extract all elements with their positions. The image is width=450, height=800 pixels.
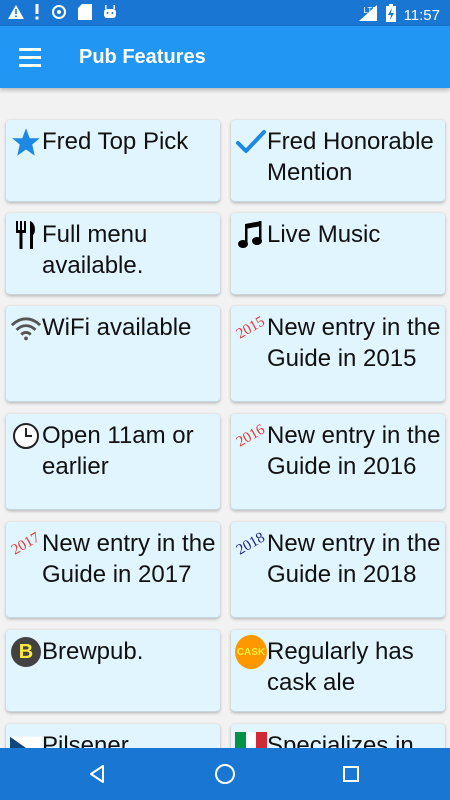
feature-label: New entry in the Guide in 2016 (267, 422, 441, 480)
battery-charging-icon (385, 4, 396, 27)
page-title: Pub Features (79, 46, 206, 68)
feature-label: Specializes in (267, 732, 414, 748)
feature-card-new-2018[interactable]: 2018 New entry in the Guide in 2018 (231, 522, 445, 618)
year-2016-icon: 2016 (233, 421, 268, 450)
status-time: 11:57 (403, 6, 440, 24)
feature-label: Fred Top Pick (42, 128, 189, 155)
feature-label: New entry in the Guide in 2015 (267, 314, 441, 372)
wifi-icon (10, 312, 42, 344)
feature-label: WiFi available (42, 314, 192, 341)
feature-card-open-11am[interactable]: Open 11am or earlier (6, 414, 220, 510)
back-icon[interactable] (88, 764, 108, 784)
feature-card-full-menu[interactable]: Full menu available. (6, 213, 220, 295)
feature-card-new-2015[interactable]: 2015 New entry in the Guide in 2015 (231, 306, 445, 402)
feature-label: Brewpub. (42, 638, 144, 665)
italian-flag-icon (235, 728, 267, 748)
alert-icon (34, 4, 40, 24)
feature-card-new-2016[interactable]: 2016 New entry in the Guide in 2016 (231, 414, 445, 510)
feature-label: Regularly has cask ale (267, 638, 414, 696)
feature-card-brewpub[interactable]: B Brewpub. (6, 630, 220, 712)
home-icon[interactable] (215, 764, 235, 784)
feature-card-live-music[interactable]: Live Music (231, 213, 445, 295)
network-type-label: LTE (363, 5, 378, 15)
year-2017-icon: 2017 (8, 529, 43, 558)
feature-card-fred-honorable-mention[interactable]: Fred Honorable Mention (231, 120, 445, 202)
brewpub-b-icon: B (10, 636, 42, 668)
sd-card-icon (78, 4, 92, 24)
sync-icon (50, 4, 68, 24)
feature-label: New entry in the Guide in 2018 (267, 530, 441, 588)
feature-label: New entry in the Guide in 2017 (42, 530, 216, 588)
app-bar: Pub Features (0, 26, 450, 88)
features-grid: Fred Top Pick Fred Honorable Mention Ful… (0, 88, 450, 748)
recents-icon[interactable] (343, 766, 359, 782)
hamburger-menu-icon[interactable] (14, 42, 46, 72)
cask-icon: CASK (235, 635, 267, 669)
star-icon (10, 126, 42, 158)
feature-label: Pilsener (42, 732, 129, 748)
checkmark-icon (235, 126, 267, 158)
feature-card-cask-ale[interactable]: CASK Regularly has cask ale (231, 630, 445, 712)
feature-label: Fred Honorable Mention (267, 128, 434, 186)
navigation-bar (0, 748, 450, 800)
feature-card-wifi[interactable]: WiFi available (6, 306, 220, 402)
warning-icon (8, 5, 24, 23)
android-icon (102, 4, 118, 24)
year-2018-icon: 2018 (233, 529, 268, 558)
czech-flag-icon (10, 732, 42, 748)
feature-card-specializes-in[interactable]: Specializes in (231, 724, 445, 748)
feature-card-pilsener[interactable]: Pilsener (6, 724, 220, 748)
music-note-icon (235, 219, 267, 251)
fork-knife-icon (10, 219, 42, 251)
feature-label: Full menu available. (42, 221, 148, 279)
feature-label: Live Music (267, 221, 381, 248)
year-2015-icon: 2015 (233, 313, 268, 342)
feature-card-new-2017[interactable]: 2017 New entry in the Guide in 2017 (6, 522, 220, 618)
feature-label: Open 11am or earlier (42, 422, 194, 480)
clock-icon (10, 420, 42, 452)
status-bar: LTE 11:57 (0, 0, 450, 26)
feature-card-fred-top-pick[interactable]: Fred Top Pick (6, 120, 220, 202)
